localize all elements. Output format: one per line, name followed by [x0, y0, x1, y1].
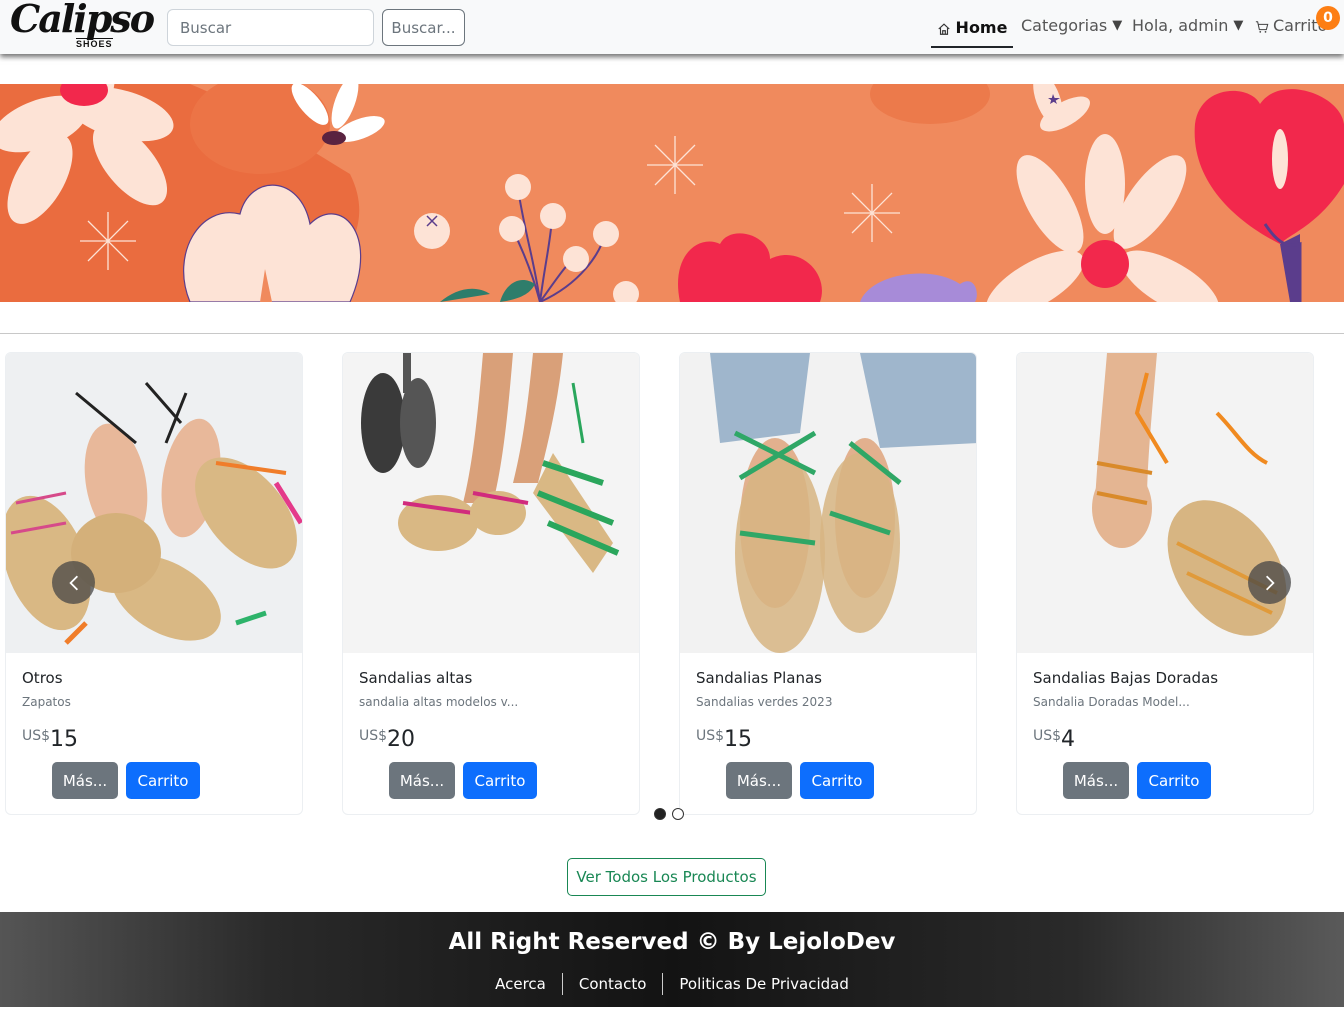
nav-home-label: Home: [955, 17, 1008, 37]
divider: [0, 333, 1344, 334]
product-price: US$ 4: [1033, 727, 1075, 752]
price-currency: US$: [359, 728, 388, 744]
price-currency: US$: [22, 728, 51, 744]
price-amount: 4: [1061, 727, 1076, 752]
navbar: Calipso SHOES Buscar Buscar... Home Cate…: [0, 0, 1344, 54]
nav-categories-dropdown[interactable]: Categorias ▼: [1021, 16, 1122, 35]
product-image[interactable]: [343, 353, 640, 653]
product-title: Sandalias altas: [359, 669, 473, 687]
chevron-left-icon: [68, 575, 78, 590]
carousel-prev-button[interactable]: [52, 561, 95, 604]
more-button[interactable]: Más...: [1063, 762, 1129, 799]
footer-link-contact[interactable]: Contacto: [563, 975, 663, 993]
chevron-right-icon: [1265, 575, 1275, 590]
home-icon: [937, 22, 950, 35]
carousel-next-button[interactable]: [1248, 561, 1291, 604]
price-currency: US$: [696, 728, 725, 744]
add-to-cart-button[interactable]: Carrito: [463, 762, 537, 799]
price-amount: 15: [50, 727, 79, 752]
search-input[interactable]: Buscar: [167, 9, 374, 46]
product-title: Sandalias Bajas Doradas: [1033, 669, 1219, 687]
more-button[interactable]: Más...: [726, 762, 792, 799]
footer: All Right Reserved © By LejoloDev Acerca…: [0, 912, 1344, 1007]
footer-link-privacy[interactable]: Politicas De Privacidad: [663, 975, 864, 993]
cart-icon: [1255, 21, 1269, 33]
price-amount: 20: [387, 727, 416, 752]
search-button[interactable]: Buscar...: [382, 9, 465, 46]
product-card: Sandalias altas sandalia altas modelos v…: [342, 352, 640, 815]
footer-link-about[interactable]: Acerca: [479, 975, 562, 993]
product-price: US$ 15: [22, 727, 78, 752]
logo-subtext: SHOES: [76, 38, 113, 49]
nav-categories-label: Categorias: [1021, 16, 1108, 35]
product-title: Otros: [22, 669, 63, 687]
add-to-cart-button[interactable]: Carrito: [800, 762, 874, 799]
view-all-products-button[interactable]: Ver Todos Los Productos: [567, 858, 766, 896]
price-amount: 15: [724, 727, 753, 752]
product-image[interactable]: [680, 353, 977, 653]
caret-down-icon: ▼: [1233, 18, 1244, 33]
product-description: Sandalia Doradas Model...: [1033, 695, 1190, 709]
hero-banner: [0, 84, 1344, 302]
caret-down-icon: ▼: [1112, 18, 1123, 33]
product-description: Sandalias verdes 2023: [696, 695, 833, 709]
brand-logo[interactable]: Calipso SHOES: [10, 0, 155, 50]
product-price: US$ 20: [359, 727, 415, 752]
product-image[interactable]: [1017, 353, 1314, 653]
logo-text: Calipso: [10, 0, 155, 41]
floral-banner-illustration: [0, 84, 1344, 302]
carousel-indicator-2[interactable]: [672, 808, 684, 820]
footer-links: Acerca Contacto Politicas De Privacidad: [0, 973, 1344, 995]
product-card: Sandalias Planas Sandalias verdes 2023 U…: [679, 352, 977, 815]
search-placeholder: Buscar: [180, 18, 232, 37]
product-card: Otros Zapatos US$ 15 Más... Carrito: [5, 352, 303, 815]
add-to-cart-button[interactable]: Carrito: [126, 762, 200, 799]
footer-copyright: All Right Reserved © By LejoloDev: [448, 929, 896, 955]
carousel-indicator-1[interactable]: [654, 808, 666, 820]
price-currency: US$: [1033, 728, 1062, 744]
product-image[interactable]: [6, 353, 303, 653]
nav-home[interactable]: Home: [931, 8, 1013, 48]
product-title: Sandalias Planas: [696, 669, 822, 687]
product-price: US$ 15: [696, 727, 752, 752]
more-button[interactable]: Más...: [389, 762, 455, 799]
nav-user-dropdown[interactable]: Hola, admin ▼: [1132, 16, 1243, 35]
cart-count-badge: 0: [1316, 6, 1340, 30]
product-description: Zapatos: [22, 695, 71, 709]
more-button[interactable]: Más...: [52, 762, 118, 799]
nav-user-label: Hola, admin: [1132, 16, 1229, 35]
product-description: sandalia altas modelos v...: [359, 695, 519, 709]
add-to-cart-button[interactable]: Carrito: [1137, 762, 1211, 799]
